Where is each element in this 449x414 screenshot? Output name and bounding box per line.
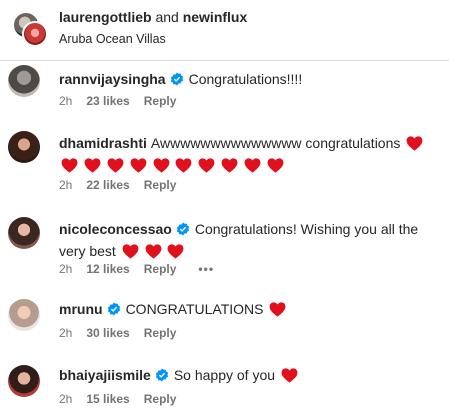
reply-button[interactable]: Reply [144, 178, 177, 192]
comment-time[interactable]: 2h [59, 262, 72, 276]
comment-body: nicoleconcessao Congratulations! Wishing … [59, 218, 441, 262]
verified-badge-icon [107, 302, 120, 316]
comment-text: Awwwwwwwwwwwwww congratulations [150, 135, 401, 151]
comment-meta: 2h 12 likes Reply ••• [59, 262, 228, 276]
comment-item: rannvijaysingha Congratulations!!!! 2h 23 … [0, 62, 449, 118]
comment-time[interactable]: 2h [59, 326, 72, 340]
red-heart-icon [168, 244, 184, 259]
comment-time[interactable]: 2h [59, 94, 72, 108]
comment-meta: 2h 23 likes Reply [59, 94, 190, 108]
comment-likes[interactable]: 15 likes [86, 392, 129, 406]
avatar[interactable] [8, 131, 40, 163]
post-header: laurengottlieb and newinflux Aruba Ocean… [0, 0, 449, 60]
reply-button[interactable]: Reply [144, 326, 177, 340]
reply-button[interactable]: Reply [144, 262, 177, 276]
avatar[interactable] [8, 217, 40, 249]
avatar[interactable] [8, 65, 40, 97]
comment-likes[interactable]: 23 likes [86, 94, 129, 108]
comment-meta: 2h 15 likes Reply [59, 392, 190, 406]
comment-username[interactable]: mrunu [59, 301, 103, 317]
comment-text: Congratulations!!!! [188, 71, 303, 87]
comment-likes[interactable]: 22 likes [86, 178, 129, 192]
red-heart-icon [269, 302, 286, 317]
comment-likes[interactable]: 30 likes [86, 326, 129, 340]
red-heart-icon [244, 158, 261, 173]
comment-username[interactable]: rannvijaysingha [59, 71, 166, 87]
verified-badge-icon [170, 72, 183, 86]
avatar[interactable] [8, 365, 40, 397]
comment-username[interactable]: bhaiyajiismile [59, 367, 151, 383]
post-authors: laurengottlieb and newinflux [59, 9, 247, 25]
red-heart-icon [107, 158, 124, 173]
comment-item: nicoleconcessao Congratulations! Wishing … [0, 212, 449, 278]
comment-item: mrunu CONGRATULATIONS 2h 30 likes Reply [0, 292, 449, 348]
red-heart-icon [221, 158, 238, 173]
red-heart-icon [61, 158, 78, 173]
comment-time[interactable]: 2h [59, 392, 72, 406]
comment-meta: 2h 22 likes Reply [59, 178, 190, 192]
comment-item: bhaiyajiismile So happy of you 2h 15 likes… [0, 358, 449, 414]
comment-body: bhaiyajiismile So happy of you [59, 364, 441, 386]
red-heart-icon [122, 244, 139, 259]
divider [0, 60, 449, 61]
more-options-icon[interactable]: ••• [198, 262, 214, 276]
comment-text: So happy of you [173, 367, 276, 383]
avatar[interactable] [22, 21, 48, 47]
comment-meta: 2h 30 likes Reply [59, 326, 190, 340]
red-heart-icon [267, 158, 284, 173]
red-heart-icon [84, 158, 101, 173]
avatar[interactable] [8, 299, 40, 331]
verified-badge-icon [176, 222, 189, 236]
heart-group [120, 243, 185, 259]
comment-time[interactable]: 2h [59, 178, 72, 192]
comment-body: mrunu CONGRATULATIONS [59, 298, 441, 320]
red-heart-icon [145, 244, 162, 259]
red-heart-icon [281, 368, 298, 383]
author-joiner: and [151, 9, 183, 25]
location-link[interactable]: Aruba Ocean Villas [59, 32, 166, 46]
comment-username[interactable]: dhamidrashti [59, 135, 147, 151]
red-heart-icon [153, 158, 169, 173]
red-heart-icon [198, 158, 215, 173]
reply-button[interactable]: Reply [144, 392, 177, 406]
red-heart-icon [406, 136, 423, 151]
verified-badge-icon [155, 368, 168, 382]
author-username[interactable]: laurengottlieb [59, 9, 152, 25]
author-username[interactable]: newinflux [183, 9, 248, 25]
comment-item: dhamidrashti Awwwwwwwwwwwwww congratulati… [0, 126, 449, 194]
red-heart-icon [176, 158, 192, 173]
reply-button[interactable]: Reply [144, 94, 177, 108]
collab-avatars[interactable] [8, 8, 48, 47]
red-heart-icon [130, 158, 147, 173]
comment-likes[interactable]: 12 likes [86, 262, 129, 276]
comment-body: rannvijaysingha Congratulations!!!! [59, 68, 441, 90]
comment-username[interactable]: nicoleconcessao [59, 221, 172, 237]
comment-text: CONGRATULATIONS [125, 301, 264, 317]
comment-body: dhamidrashti Awwwwwwwwwwwwww congratulati… [59, 132, 441, 176]
